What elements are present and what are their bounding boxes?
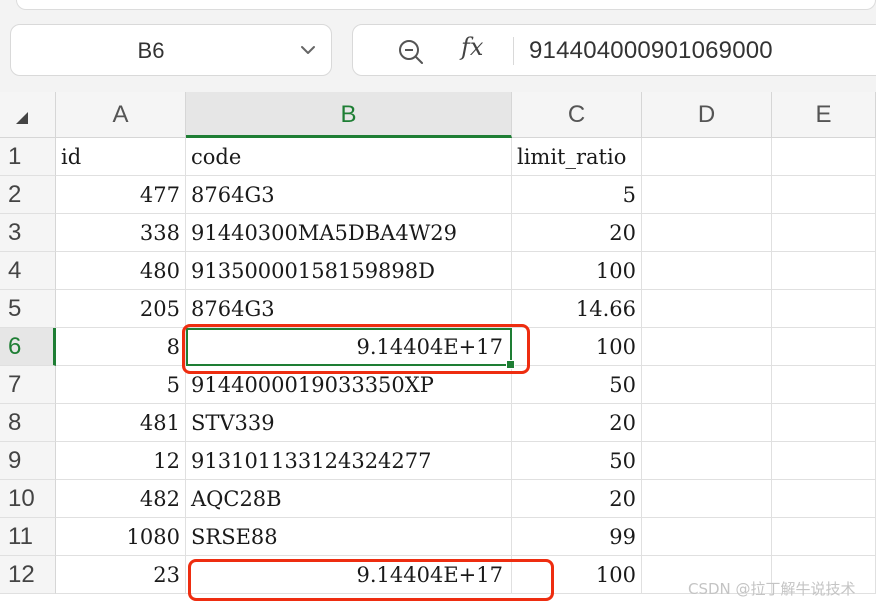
cell-c9[interactable]: 50 bbox=[512, 442, 642, 480]
cell-a12[interactable]: 23 bbox=[56, 556, 186, 594]
cell-b1[interactable]: code bbox=[186, 138, 512, 176]
chevron-down-icon[interactable] bbox=[299, 41, 317, 59]
cell-e2[interactable] bbox=[772, 176, 876, 214]
cell-c8[interactable]: 20 bbox=[512, 404, 642, 442]
cell-c3[interactable]: 20 bbox=[512, 214, 642, 252]
column-header-d[interactable]: D bbox=[642, 92, 772, 138]
cell-b2[interactable]: 8764G3 bbox=[186, 176, 512, 214]
highlight-box-b6 bbox=[182, 324, 530, 374]
zoom-icon[interactable] bbox=[397, 38, 425, 64]
column-header-b[interactable]: B bbox=[186, 92, 512, 138]
formula-bar: B6 fx 914404000901069000 bbox=[0, 20, 876, 92]
cell-d9[interactable] bbox=[642, 442, 772, 480]
cell-a2[interactable]: 477 bbox=[56, 176, 186, 214]
cell-a10[interactable]: 482 bbox=[56, 480, 186, 518]
column-header-e[interactable]: E bbox=[772, 92, 876, 138]
cell-c11[interactable]: 99 bbox=[512, 518, 642, 556]
cell-b8[interactable]: STV339 bbox=[186, 404, 512, 442]
cell-e8[interactable] bbox=[772, 404, 876, 442]
cell-d11[interactable] bbox=[642, 518, 772, 556]
formula-value[interactable]: 914404000901069000 bbox=[529, 25, 773, 77]
cell-e9[interactable] bbox=[772, 442, 876, 480]
fx-icon[interactable]: fx bbox=[461, 33, 483, 61]
formula-input[interactable]: fx 914404000901069000 bbox=[352, 24, 876, 76]
cell-e4[interactable] bbox=[772, 252, 876, 290]
row-header-10[interactable]: 10 bbox=[0, 480, 56, 518]
cell-a11[interactable]: 1080 bbox=[56, 518, 186, 556]
row-header-4[interactable]: 4 bbox=[0, 252, 56, 290]
cell-b10[interactable]: AQC28B bbox=[186, 480, 512, 518]
cell-c2[interactable]: 5 bbox=[512, 176, 642, 214]
column-header-c[interactable]: C bbox=[512, 92, 642, 138]
cell-a1[interactable]: id bbox=[56, 138, 186, 176]
cell-d10[interactable] bbox=[642, 480, 772, 518]
cell-d4[interactable] bbox=[642, 252, 772, 290]
row-header-1[interactable]: 1 bbox=[0, 138, 56, 176]
cell-c7[interactable]: 50 bbox=[512, 366, 642, 404]
cell-b3[interactable]: 91440300MA5DBA4W29 bbox=[186, 214, 512, 252]
cell-e3[interactable] bbox=[772, 214, 876, 252]
cell-a5[interactable]: 205 bbox=[56, 290, 186, 328]
cell-c1[interactable]: limit_ratio bbox=[512, 138, 642, 176]
cell-a7[interactable]: 5 bbox=[56, 366, 186, 404]
row-header-12[interactable]: 12 bbox=[0, 556, 56, 594]
row-header-6[interactable]: 6 bbox=[0, 328, 56, 366]
cell-e11[interactable] bbox=[772, 518, 876, 556]
cell-e5[interactable] bbox=[772, 290, 876, 328]
cell-d1[interactable] bbox=[642, 138, 772, 176]
cell-e1[interactable] bbox=[772, 138, 876, 176]
row-header-5[interactable]: 5 bbox=[0, 290, 56, 328]
cell-c6[interactable]: 100 bbox=[512, 328, 642, 366]
cell-b5[interactable]: 8764G3 bbox=[186, 290, 512, 328]
name-box[interactable]: B6 bbox=[10, 24, 332, 76]
row-header-3[interactable]: 3 bbox=[0, 214, 56, 252]
cell-d6[interactable] bbox=[642, 328, 772, 366]
cell-c4[interactable]: 100 bbox=[512, 252, 642, 290]
cell-a9[interactable]: 12 bbox=[56, 442, 186, 480]
formula-divider bbox=[513, 37, 514, 65]
cell-e6[interactable] bbox=[772, 328, 876, 366]
cell-e10[interactable] bbox=[772, 480, 876, 518]
cell-b11[interactable]: SRSE88 bbox=[186, 518, 512, 556]
cell-d3[interactable] bbox=[642, 214, 772, 252]
highlight-box-b12 bbox=[188, 559, 554, 601]
row-header-9[interactable]: 9 bbox=[0, 442, 56, 480]
row-header-11[interactable]: 11 bbox=[0, 518, 56, 556]
column-header-a[interactable]: A bbox=[56, 92, 186, 138]
cell-a4[interactable]: 480 bbox=[56, 252, 186, 290]
cell-b9[interactable]: 913101133124324277 bbox=[186, 442, 512, 480]
row-header-8[interactable]: 8 bbox=[0, 404, 56, 442]
cell-e7[interactable] bbox=[772, 366, 876, 404]
select-all-corner[interactable] bbox=[0, 92, 56, 138]
cell-b4[interactable]: 91350000158159898D bbox=[186, 252, 512, 290]
top-panel-edge bbox=[16, 0, 876, 10]
cell-c5[interactable]: 14.66 bbox=[512, 290, 642, 328]
row-header-7[interactable]: 7 bbox=[0, 366, 56, 404]
watermark: CSDN @拉丁解牛说技术 bbox=[688, 580, 856, 598]
select-all-triangle-icon bbox=[16, 112, 28, 124]
cell-a6[interactable]: 8 bbox=[56, 328, 186, 366]
row-header-2[interactable]: 2 bbox=[0, 176, 56, 214]
cell-d8[interactable] bbox=[642, 404, 772, 442]
window-top-strip bbox=[0, 0, 876, 20]
cell-d2[interactable] bbox=[642, 176, 772, 214]
cell-d7[interactable] bbox=[642, 366, 772, 404]
cell-c10[interactable]: 20 bbox=[512, 480, 642, 518]
cell-a3[interactable]: 338 bbox=[56, 214, 186, 252]
cell-d5[interactable] bbox=[642, 290, 772, 328]
name-box-ref: B6 bbox=[137, 38, 165, 63]
cell-a8[interactable]: 481 bbox=[56, 404, 186, 442]
